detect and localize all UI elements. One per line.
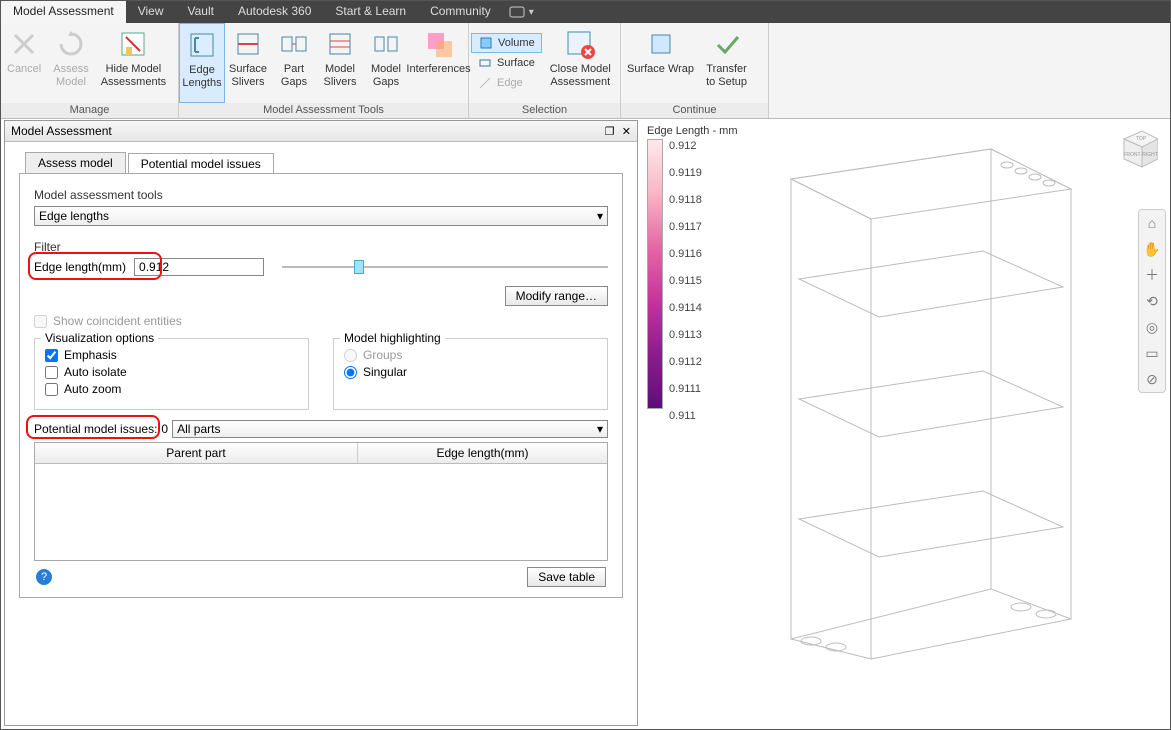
nav-toolbar: ⌂ ✋ ＋ ⟲ ◎ ▭ ⊘	[1138, 209, 1166, 393]
issues-count: 0	[161, 422, 168, 436]
menu-tab-vault[interactable]: Vault	[176, 1, 226, 23]
menu-tab-start-learn[interactable]: Start & Learn	[323, 1, 418, 23]
panel-close-icon[interactable]: ✕	[622, 126, 631, 138]
emphasis-checkbox[interactable]	[45, 349, 58, 362]
pan-icon[interactable]: ✋	[1143, 240, 1161, 258]
surface-wrap-icon	[644, 27, 678, 61]
highlighting-label: Model highlighting	[340, 331, 445, 345]
lookat-icon[interactable]: ◎	[1143, 318, 1161, 336]
volume-button[interactable]: Volume	[471, 33, 542, 53]
menu-tab-model-assessment[interactable]: Model Assessment	[1, 1, 126, 23]
show-coincident-checkbox	[34, 315, 47, 328]
highlight-annotation-2	[26, 415, 160, 439]
assess-model-button[interactable]: Assess Model	[47, 23, 94, 103]
interferences-icon	[422, 27, 456, 61]
col-edge-length[interactable]: Edge length(mm)	[358, 443, 607, 463]
part-gaps-icon	[277, 27, 311, 61]
close-assessment-icon	[563, 27, 597, 61]
edge-length-slider[interactable]	[282, 258, 608, 276]
issues-grid: Parent part Edge length(mm)	[34, 442, 608, 561]
svg-text:TOP: TOP	[1136, 136, 1147, 142]
model-slivers-icon	[323, 27, 357, 61]
zoom-icon[interactable]: ＋	[1143, 266, 1161, 284]
chevron-down-icon: ▾	[597, 422, 603, 436]
surface-wrap-button[interactable]: Surface Wrap	[621, 23, 700, 103]
interferences-button[interactable]: Interferences	[409, 23, 468, 103]
group-label-tools: Model Assessment Tools	[179, 103, 468, 118]
model-gaps-button[interactable]: Model Gaps	[363, 23, 409, 103]
save-table-button[interactable]: Save table	[527, 567, 606, 587]
tab-potential-issues[interactable]: Potential model issues	[128, 153, 274, 174]
legend-ticks: 0.9120.91190.9118 0.91170.91160.9115 0.9…	[669, 141, 702, 438]
home-icon[interactable]: ⌂	[1143, 214, 1161, 232]
close-assessment-button[interactable]: Close Model Assessment	[544, 23, 617, 103]
part-gaps-button[interactable]: Part Gaps	[271, 23, 317, 103]
legend-title: Edge Length - mm	[647, 125, 738, 137]
model-gaps-icon	[369, 27, 403, 61]
menu-bar: Model Assessment View Vault Autodesk 360…	[1, 1, 1170, 23]
orbit-icon[interactable]: ⟲	[1143, 292, 1161, 310]
transfer-setup-button[interactable]: Transfer to Setup	[700, 23, 753, 103]
svg-text:RIGHT: RIGHT	[1142, 152, 1158, 158]
camera-icon[interactable]: ▭	[1143, 344, 1161, 362]
auto-zoom-checkbox[interactable]	[45, 383, 58, 396]
help-icon[interactable]: ?	[36, 569, 52, 585]
highlight-annotation-1	[28, 252, 162, 280]
menu-tab-view[interactable]: View	[126, 1, 176, 23]
refresh-icon	[54, 27, 88, 61]
cancel-button[interactable]: Cancel	[1, 23, 47, 103]
legend-gradient	[647, 139, 663, 409]
edge-button[interactable]: Edge	[471, 73, 542, 93]
surface-slivers-button[interactable]: Surface Slivers	[225, 23, 271, 103]
3d-viewport[interactable]: Edge Length - mm 0.9120.91190.9118 0.911…	[641, 119, 1170, 729]
cancel-nav-icon[interactable]: ⊘	[1143, 370, 1161, 388]
auto-isolate-checkbox[interactable]	[45, 366, 58, 379]
grid-body	[35, 464, 607, 560]
menu-tab-community[interactable]: Community	[418, 1, 503, 23]
col-parent-part[interactable]: Parent part	[35, 443, 358, 463]
panel-title: Model Assessment	[11, 124, 112, 138]
ribbon: Cancel Assess Model Hide Model Assessmen…	[1, 23, 1170, 119]
groups-radio	[344, 349, 357, 362]
edge-lengths-button[interactable]: Edge Lengths	[179, 23, 225, 103]
show-coincident-label: Show coincident entities	[53, 314, 182, 328]
parts-select[interactable]: All parts▾	[172, 420, 608, 438]
surface-button[interactable]: Surface	[471, 53, 542, 73]
model-wireframe	[731, 119, 1111, 679]
hide-assessments-button[interactable]: Hide Model Assessments	[95, 23, 172, 103]
menu-tab-autodesk360[interactable]: Autodesk 360	[226, 1, 323, 23]
chevron-down-icon: ▾	[597, 209, 603, 223]
menu-search[interactable]: ▾	[509, 1, 534, 23]
group-label-selection: Selection	[469, 103, 620, 118]
viz-options-label: Visualization options	[41, 331, 158, 345]
model-slivers-button[interactable]: Model Slivers	[317, 23, 363, 103]
cancel-icon	[7, 27, 41, 61]
volume-icon	[478, 35, 494, 51]
tools-select[interactable]: Edge lengths▾	[34, 206, 608, 226]
surface-slivers-icon	[231, 27, 265, 61]
singular-radio[interactable]	[344, 366, 357, 379]
svg-text:FRONT: FRONT	[1123, 152, 1140, 158]
edge-icon	[477, 75, 493, 91]
tools-label: Model assessment tools	[34, 188, 608, 202]
tab-assess-model[interactable]: Assess model	[25, 152, 126, 173]
model-assessment-panel: Model Assessment ❐ ✕ Assess model Potent…	[4, 120, 638, 726]
modify-range-button[interactable]: Modify range…	[505, 286, 608, 306]
check-icon	[710, 27, 744, 61]
view-cube[interactable]: TOP FRONT RIGHT	[1114, 125, 1158, 169]
group-label-continue: Continue	[621, 103, 768, 118]
group-label-manage: Manage	[1, 103, 178, 118]
edge-lengths-icon	[185, 28, 219, 62]
panel-dock-icon[interactable]: ❐	[605, 126, 615, 138]
surface-icon	[477, 55, 493, 71]
hide-icon	[116, 27, 150, 61]
